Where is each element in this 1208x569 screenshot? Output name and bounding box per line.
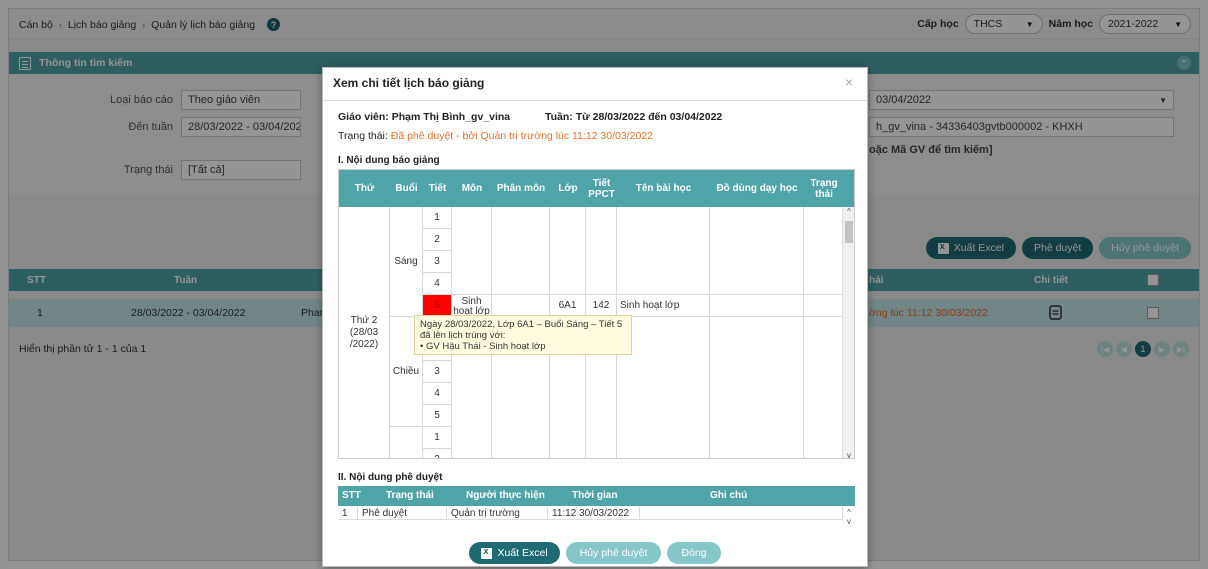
lesson-column — [617, 207, 710, 295]
day-cell: Thứ 2 (28/03 /2022) — [339, 207, 390, 458]
approval-table: STT Trạng thái Người thực hiện Thời gian… — [338, 486, 855, 526]
col-materials: Đồ dùng dạy học — [716, 183, 798, 194]
col-sub-subject: Phân môn — [496, 183, 546, 194]
approval-col-status: Trạng thái — [386, 490, 434, 501]
approval-by: Quản trị trường — [447, 507, 548, 520]
approval-status: Trạng thái: Đã phê duyệt - bởi Quản trị … — [338, 130, 653, 142]
ppct-cell: 142 — [586, 295, 617, 317]
teacher-info: Giáo viên: Phạm Thị Bình_gv_vina — [338, 111, 510, 123]
approval-stt: 1 — [338, 507, 358, 520]
col-subject: Môn — [461, 183, 483, 194]
scroll-down-icon[interactable]: v — [843, 517, 855, 526]
approval-col-stt: STT — [342, 490, 361, 501]
session-next — [390, 427, 423, 458]
period-cell: 2 — [423, 449, 452, 458]
period-cell: 4 — [423, 383, 452, 405]
approval-col-by: Người thực hiện — [466, 490, 545, 501]
subject-column — [452, 207, 492, 295]
tooltip-line2: đã lên lịch trùng với: — [420, 330, 506, 341]
modal-export-label: Xuất Excel — [497, 547, 548, 559]
scroll-up-icon[interactable]: ^ — [843, 207, 854, 216]
scroll-up-icon[interactable]: ^ — [843, 508, 855, 517]
teacher-label: Giáo viên: — [338, 111, 389, 123]
col-lesson: Tên bài học — [635, 183, 692, 194]
approval-time: 11:12 30/03/2022 — [548, 507, 640, 520]
col-class: Lớp — [558, 183, 578, 194]
modal-divider — [323, 100, 867, 101]
session-morning: Sáng — [390, 207, 423, 317]
lesson-cell: Sinh hoạt lớp — [617, 295, 710, 317]
col-period: Tiết — [428, 183, 447, 194]
conflict-tooltip: Ngày 28/03/2022, Lớp 6A1 – Buổi Sáng – T… — [414, 315, 632, 355]
tooltip-line3: • GV Hậu Thái - Sinh hoạt lớp — [420, 341, 546, 352]
approval-col-note: Ghi chú — [710, 490, 748, 501]
materials-cell — [710, 295, 804, 317]
schedule-table-header: Thứ Buổi Tiết Môn Phân môn Lớp Tiết PPCT… — [339, 170, 854, 207]
section-approval: II. Nội dung phê duyệt — [338, 472, 443, 483]
status-label: Trạng thái: — [338, 130, 388, 142]
period-cell: 2 — [423, 229, 452, 251]
approval-scrollbar[interactable]: ^ v — [843, 508, 855, 526]
close-icon[interactable]: × — [845, 74, 853, 90]
col-day: Thứ — [354, 183, 375, 194]
period-cell: 1 — [423, 207, 452, 229]
scroll-down-icon[interactable]: v — [843, 451, 854, 458]
materials-column — [710, 207, 804, 295]
ppct-column — [586, 207, 617, 295]
class-column — [550, 207, 586, 295]
subject-cell: Sinh hoạt lớp — [452, 295, 492, 317]
teacher-value: Phạm Thị Bình_gv_vina — [391, 111, 511, 123]
week-value: Từ 28/03/2022 đến 03/04/2022 — [575, 111, 723, 123]
state-column — [804, 317, 844, 458]
modal-close-button[interactable]: Đóng — [667, 542, 721, 564]
schedule-detail-modal: Xem chi tiết lịch báo giảng × Giáo viên:… — [322, 67, 868, 567]
tooltip-line1: Ngày 28/03/2022, Lớp 6A1 – Buổi Sáng – T… — [420, 319, 623, 330]
class-cell: 6A1 — [550, 295, 586, 317]
sub-subject-cell — [492, 295, 550, 317]
approval-table-header: STT Trạng thái Người thực hiện Thời gian… — [338, 486, 855, 506]
section-teaching-content: I. Nội dung báo giảng — [338, 155, 440, 166]
col-session: Buổi — [395, 183, 418, 194]
conflict-period-cell[interactable]: 5 — [423, 295, 452, 317]
sub-subject-column — [492, 207, 550, 295]
status-value: Đã phê duyệt - bởi Quản trị trường lúc 1… — [390, 130, 653, 142]
schedule-scrollbar[interactable]: ^ v — [842, 207, 854, 458]
approval-col-time: Thời gian — [572, 490, 618, 501]
modal-actions: Xuất Excel Hủy phê duyệt Đóng — [323, 542, 867, 564]
approval-status: Phê duyệt — [358, 507, 447, 520]
period-cell: 5 — [423, 405, 452, 427]
period-cell: 1 — [423, 427, 452, 449]
col-state: Trạng thái — [810, 177, 838, 200]
approval-row: 1 Phê duyệt Quản trị trường 11:12 30/03/… — [338, 507, 843, 520]
period-cell: 4 — [423, 273, 452, 295]
modal-unapprove-button[interactable]: Hủy phê duyệt — [565, 542, 662, 564]
col-ppct: Tiết PPCT — [588, 177, 615, 200]
scroll-thumb[interactable] — [845, 221, 853, 243]
week-info: Tuần: Từ 28/03/2022 đến 03/04/2022 — [545, 111, 722, 123]
modal-title: Xem chi tiết lịch báo giảng — [333, 76, 485, 90]
period-cell: 3 — [423, 251, 452, 273]
modal-export-excel-button[interactable]: Xuất Excel — [469, 542, 560, 564]
state-column — [804, 207, 844, 295]
materials-column — [710, 317, 804, 458]
schedule-table: Thứ Buổi Tiết Môn Phân môn Lớp Tiết PPCT… — [338, 169, 855, 459]
week-label: Tuần: — [545, 111, 573, 123]
approval-note — [640, 507, 843, 520]
excel-icon — [481, 546, 493, 559]
state-cell — [804, 295, 844, 317]
period-cell: 3 — [423, 361, 452, 383]
